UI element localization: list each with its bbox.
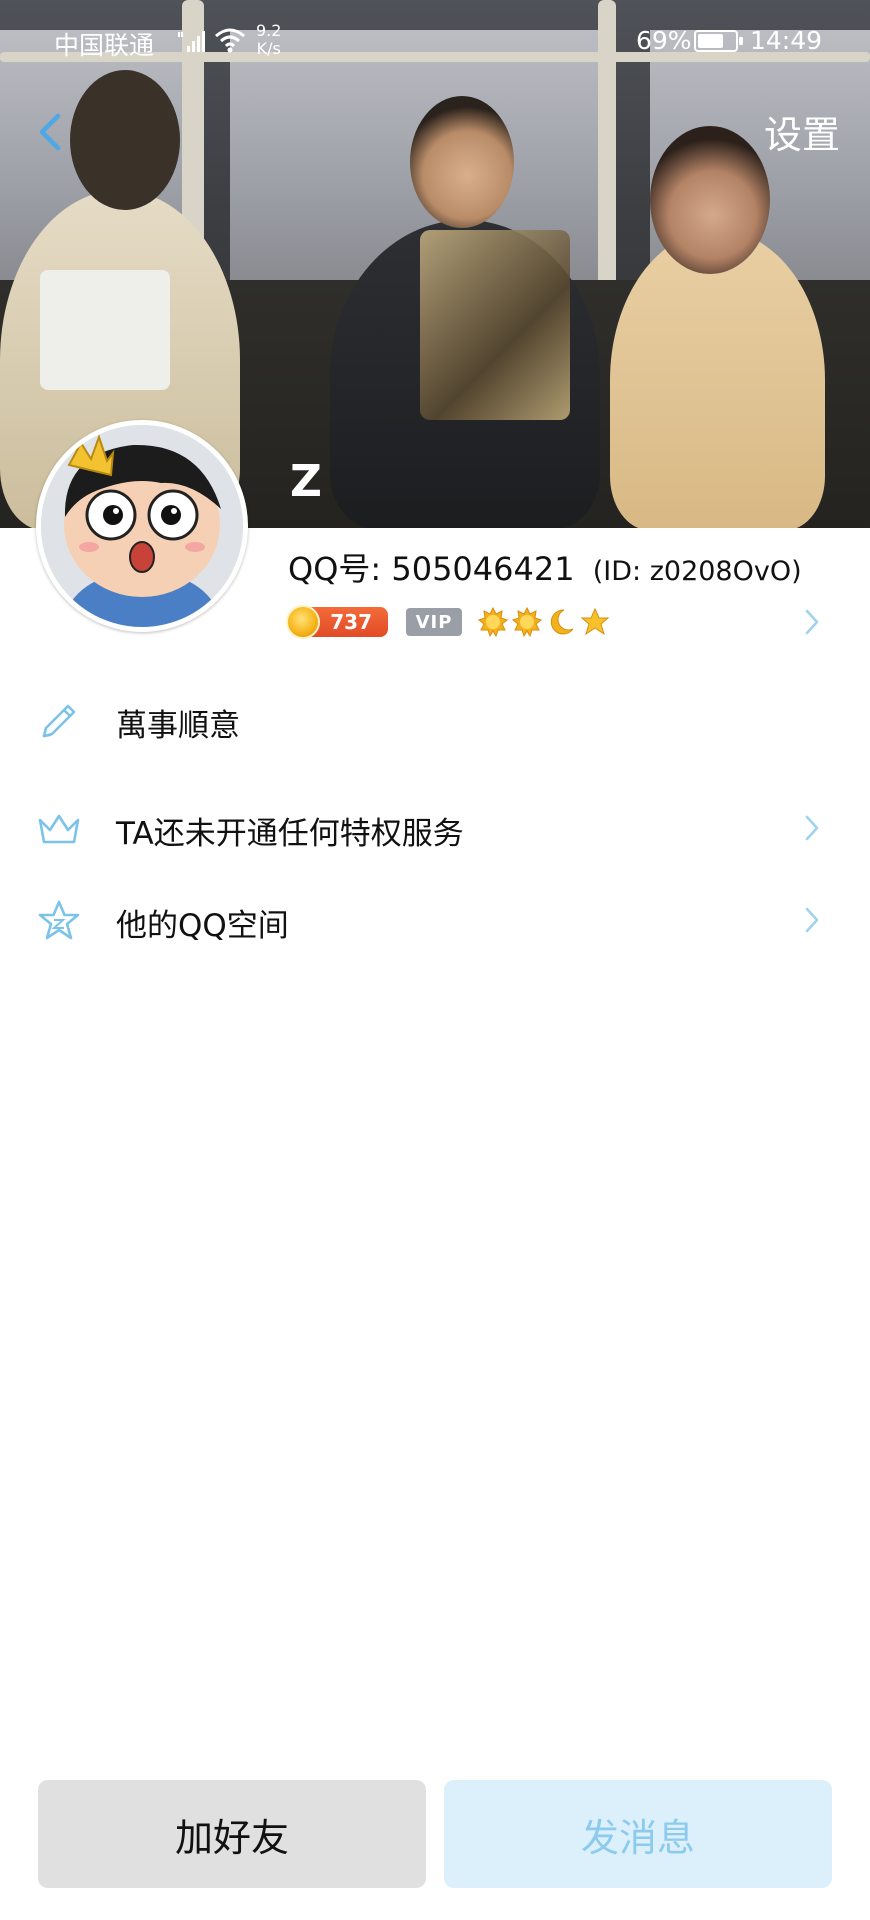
signature-label: 萬事順意 — [116, 708, 240, 744]
star-icon — [580, 607, 610, 636]
qzone-row[interactable]: 他的QQ空间 — [0, 880, 870, 960]
level-icons[interactable] — [478, 607, 610, 637]
network-speed-value: 9.2 — [256, 21, 282, 40]
status-bar: 中国联通 9.2 K/s 69% 14:49 — [0, 0, 870, 84]
add-friend-button[interactable]: 加好友 — [38, 1780, 426, 1888]
qq-number: 505046421 — [391, 550, 575, 588]
chevron-right-icon[interactable] — [804, 608, 820, 636]
crown-icon — [38, 814, 80, 844]
settings-button[interactable]: 设置 — [764, 104, 840, 159]
avatar-image — [41, 425, 243, 627]
moon-icon — [550, 609, 574, 635]
network-speed: 9.2 K/s — [256, 22, 281, 58]
signature-row[interactable]: 萬事順意 — [0, 680, 870, 760]
privilege-row[interactable]: TA还未开通任何特权服务 — [0, 788, 870, 868]
battery-icon — [694, 30, 743, 52]
battery-percent: 69% — [636, 26, 692, 55]
send-message-button[interactable]: 发消息 — [444, 1780, 832, 1888]
network-speed-unit: K/s — [256, 39, 281, 58]
vip-badge[interactable]: VIP — [406, 608, 462, 636]
qq-label: QQ号: — [288, 550, 382, 588]
chevron-right-icon — [805, 907, 819, 933]
chevron-left-icon[interactable] — [30, 106, 74, 158]
sun-icon — [512, 607, 542, 637]
qzone-label: 他的QQ空间 — [116, 908, 289, 944]
sun-icon — [478, 607, 508, 637]
cell-signal-icon — [178, 31, 205, 52]
coin-icon — [286, 605, 320, 639]
qid: (ID: z0208OvO) — [592, 556, 802, 587]
coin-badge[interactable]: 737 — [286, 605, 388, 639]
wifi-icon — [215, 28, 245, 53]
nickname: Z — [290, 456, 322, 507]
chevron-right-icon — [805, 815, 819, 841]
clock: 14:49 — [750, 26, 823, 55]
carrier-label: 中国联通 — [54, 31, 155, 60]
pencil-icon — [42, 704, 76, 738]
qq-number-line: QQ号: 505046421 (ID: z0208OvO) — [288, 544, 802, 590]
coin-count: 737 — [330, 610, 372, 634]
star-outline-icon — [38, 900, 80, 940]
badges-row[interactable]: 737 VIP — [286, 604, 610, 640]
privilege-label: TA还未开通任何特权服务 — [116, 816, 464, 852]
avatar[interactable] — [36, 420, 248, 632]
